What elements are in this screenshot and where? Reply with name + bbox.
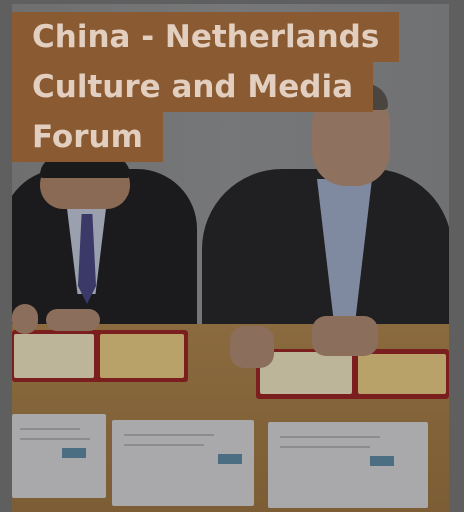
hand	[12, 304, 38, 334]
document-image	[62, 448, 86, 458]
document-line	[280, 436, 380, 438]
document-line	[20, 428, 80, 430]
document-line	[20, 438, 90, 440]
hand	[230, 326, 274, 368]
document-image	[218, 454, 242, 464]
book-right-page	[260, 352, 352, 394]
card-frame[interactable]: China - Netherlands Culture and Media Fo…	[0, 0, 464, 512]
forum-title[interactable]: China - Netherlands Culture and Media Fo…	[12, 12, 400, 162]
document-line	[124, 444, 204, 446]
title-line-2: Culture and Media	[12, 62, 374, 112]
title-line-3: Forum	[12, 112, 163, 162]
hand	[46, 309, 100, 331]
book-left-page	[100, 334, 184, 378]
document	[268, 422, 428, 508]
document-line	[280, 446, 370, 448]
book-left-page	[14, 334, 94, 378]
title-line-1: China - Netherlands	[12, 12, 400, 62]
document-line	[124, 434, 214, 436]
document	[12, 414, 106, 498]
document-image	[370, 456, 394, 466]
book-right-page	[358, 354, 446, 394]
hand	[312, 316, 378, 356]
